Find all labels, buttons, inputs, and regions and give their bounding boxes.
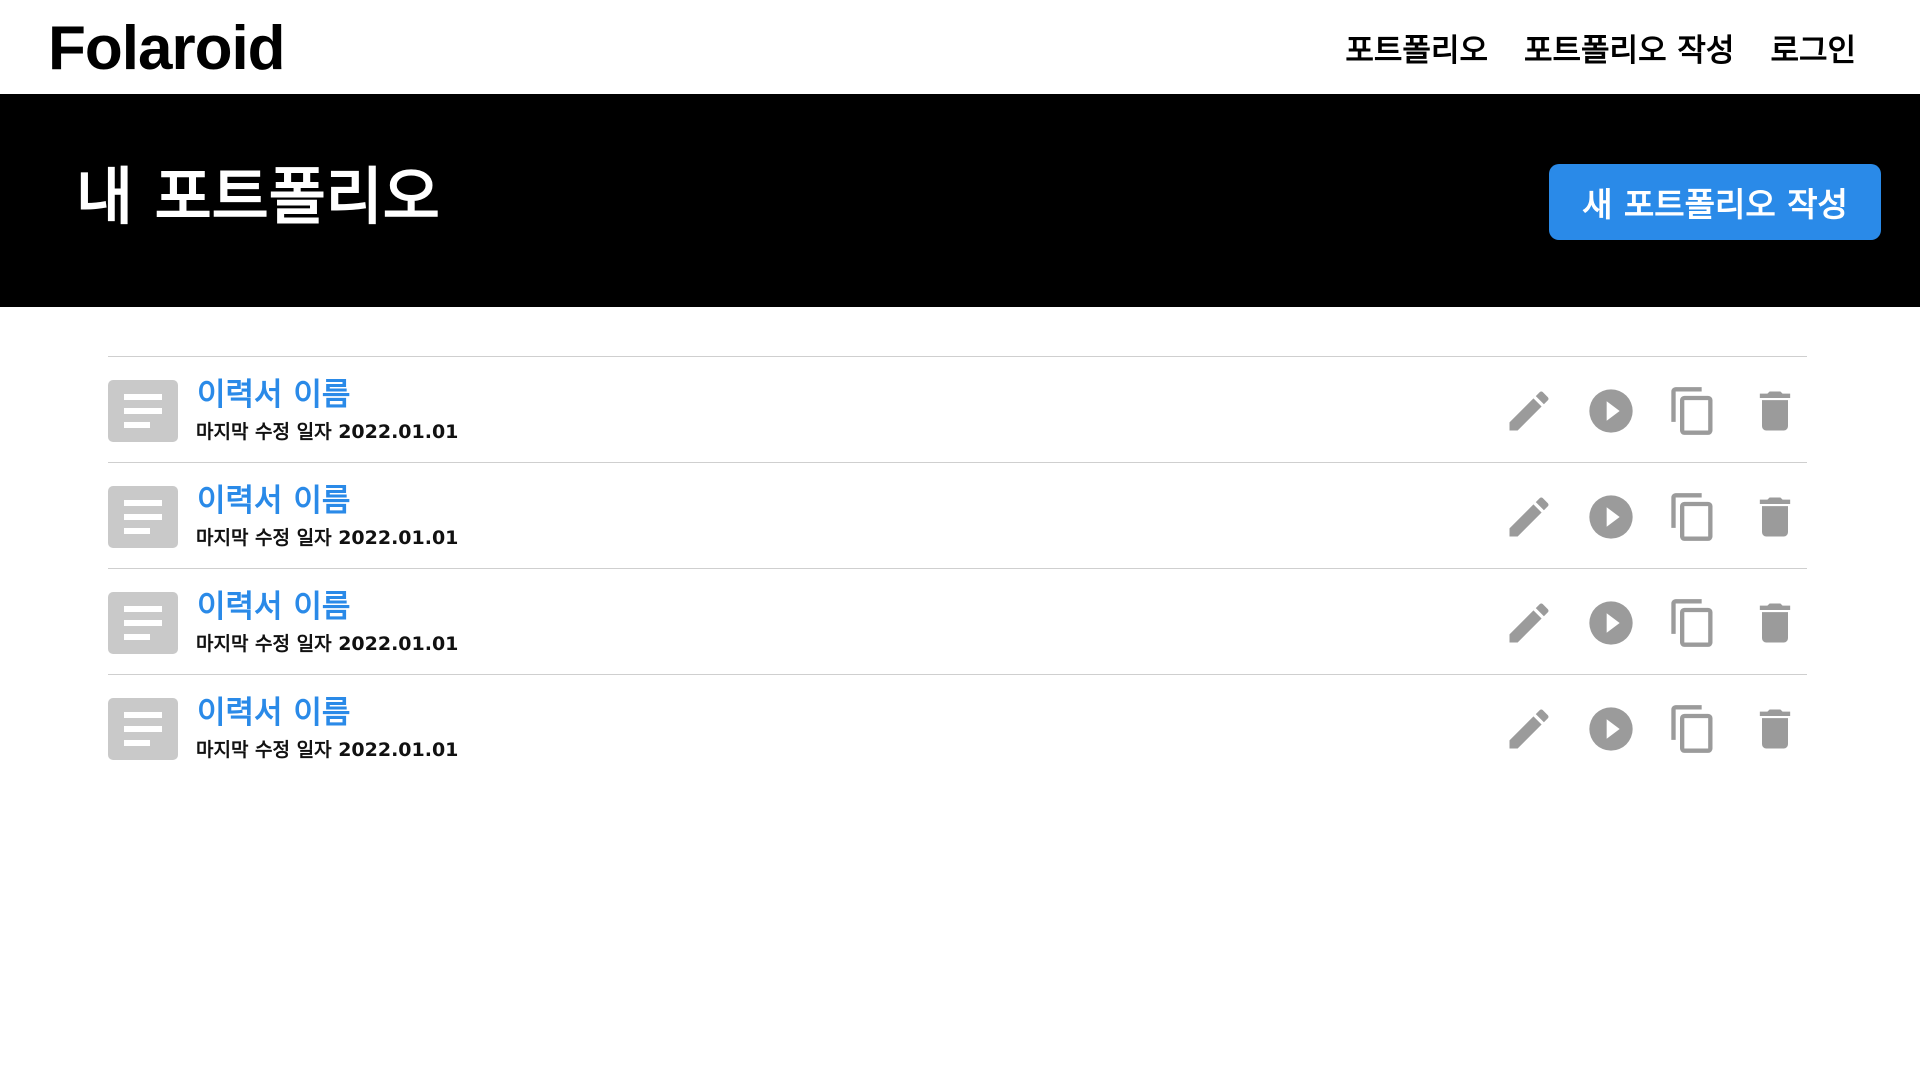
play-icon[interactable] [1585,491,1637,543]
document-icon [108,380,178,442]
row-actions [1503,597,1801,649]
last-modified-date: 마지막 수정 일자 2022.01.01 [196,633,459,655]
trash-icon[interactable] [1749,491,1801,543]
row-actions [1503,491,1801,543]
portfolio-row: 이력서 이름 마지막 수정 일자 2022.01.01 [108,675,1807,781]
portfolio-title[interactable]: 이력서 이름 [197,483,350,519]
nav-link-create-portfolio[interactable]: 포트폴리오 작성 [1524,25,1734,70]
last-modified-date: 마지막 수정 일자 2022.01.01 [196,527,459,549]
top-navbar: Folaroid 포트폴리오 포트폴리오 작성 로그인 [0,0,1920,94]
document-icon [108,698,178,760]
row-actions [1503,385,1801,437]
page-title: 내 포트폴리오 [76,160,440,233]
trash-icon[interactable] [1749,385,1801,437]
last-modified-date: 마지막 수정 일자 2022.01.01 [196,739,459,761]
portfolio-title[interactable]: 이력서 이름 [197,377,350,413]
play-icon[interactable] [1585,703,1637,755]
last-modified-date: 마지막 수정 일자 2022.01.01 [196,421,459,443]
pencil-icon[interactable] [1503,491,1555,543]
portfolio-row: 이력서 이름 마지막 수정 일자 2022.01.01 [108,569,1807,675]
portfolio-row: 이력서 이름 마지막 수정 일자 2022.01.01 [108,463,1807,569]
app-logo[interactable]: Folaroid [48,12,286,86]
main-nav: 포트폴리오 포트폴리오 작성 로그인 [1345,0,1856,94]
portfolio-row: 이력서 이름 마지막 수정 일자 2022.01.01 [108,357,1807,463]
portfolio-list: 이력서 이름 마지막 수정 일자 2022.01.01 이력서 이름 마지막 수… [108,356,1807,781]
trash-icon[interactable] [1749,597,1801,649]
nav-link-login[interactable]: 로그인 [1770,25,1856,70]
play-icon[interactable] [1585,385,1637,437]
portfolio-title[interactable]: 이력서 이름 [197,589,350,625]
page-banner: 내 포트폴리오 새 포트폴리오 작성 [0,94,1920,307]
new-portfolio-button[interactable]: 새 포트폴리오 작성 [1549,164,1881,240]
copy-icon[interactable] [1667,597,1719,649]
pencil-icon[interactable] [1503,385,1555,437]
trash-icon[interactable] [1749,703,1801,755]
document-icon [108,592,178,654]
copy-icon[interactable] [1667,703,1719,755]
pencil-icon[interactable] [1503,703,1555,755]
document-icon [108,486,178,548]
row-actions [1503,703,1801,755]
portfolio-title[interactable]: 이력서 이름 [197,695,350,731]
play-icon[interactable] [1585,597,1637,649]
pencil-icon[interactable] [1503,597,1555,649]
copy-icon[interactable] [1667,385,1719,437]
copy-icon[interactable] [1667,491,1719,543]
nav-link-portfolio[interactable]: 포트폴리오 [1345,25,1488,70]
